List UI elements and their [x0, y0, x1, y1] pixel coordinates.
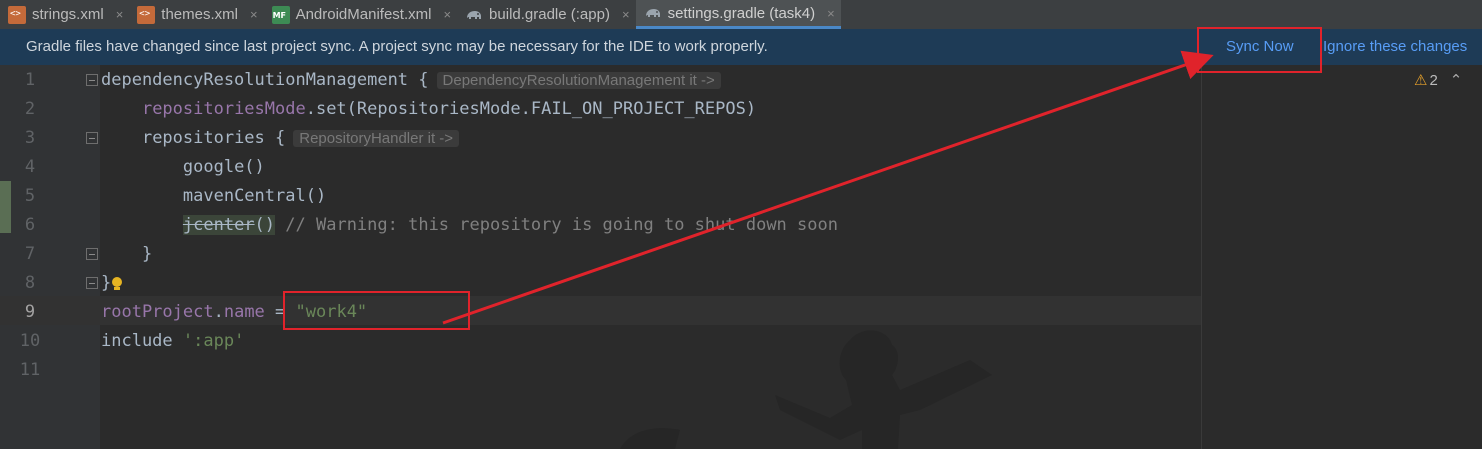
annotation-arrow	[442, 50, 1214, 325]
